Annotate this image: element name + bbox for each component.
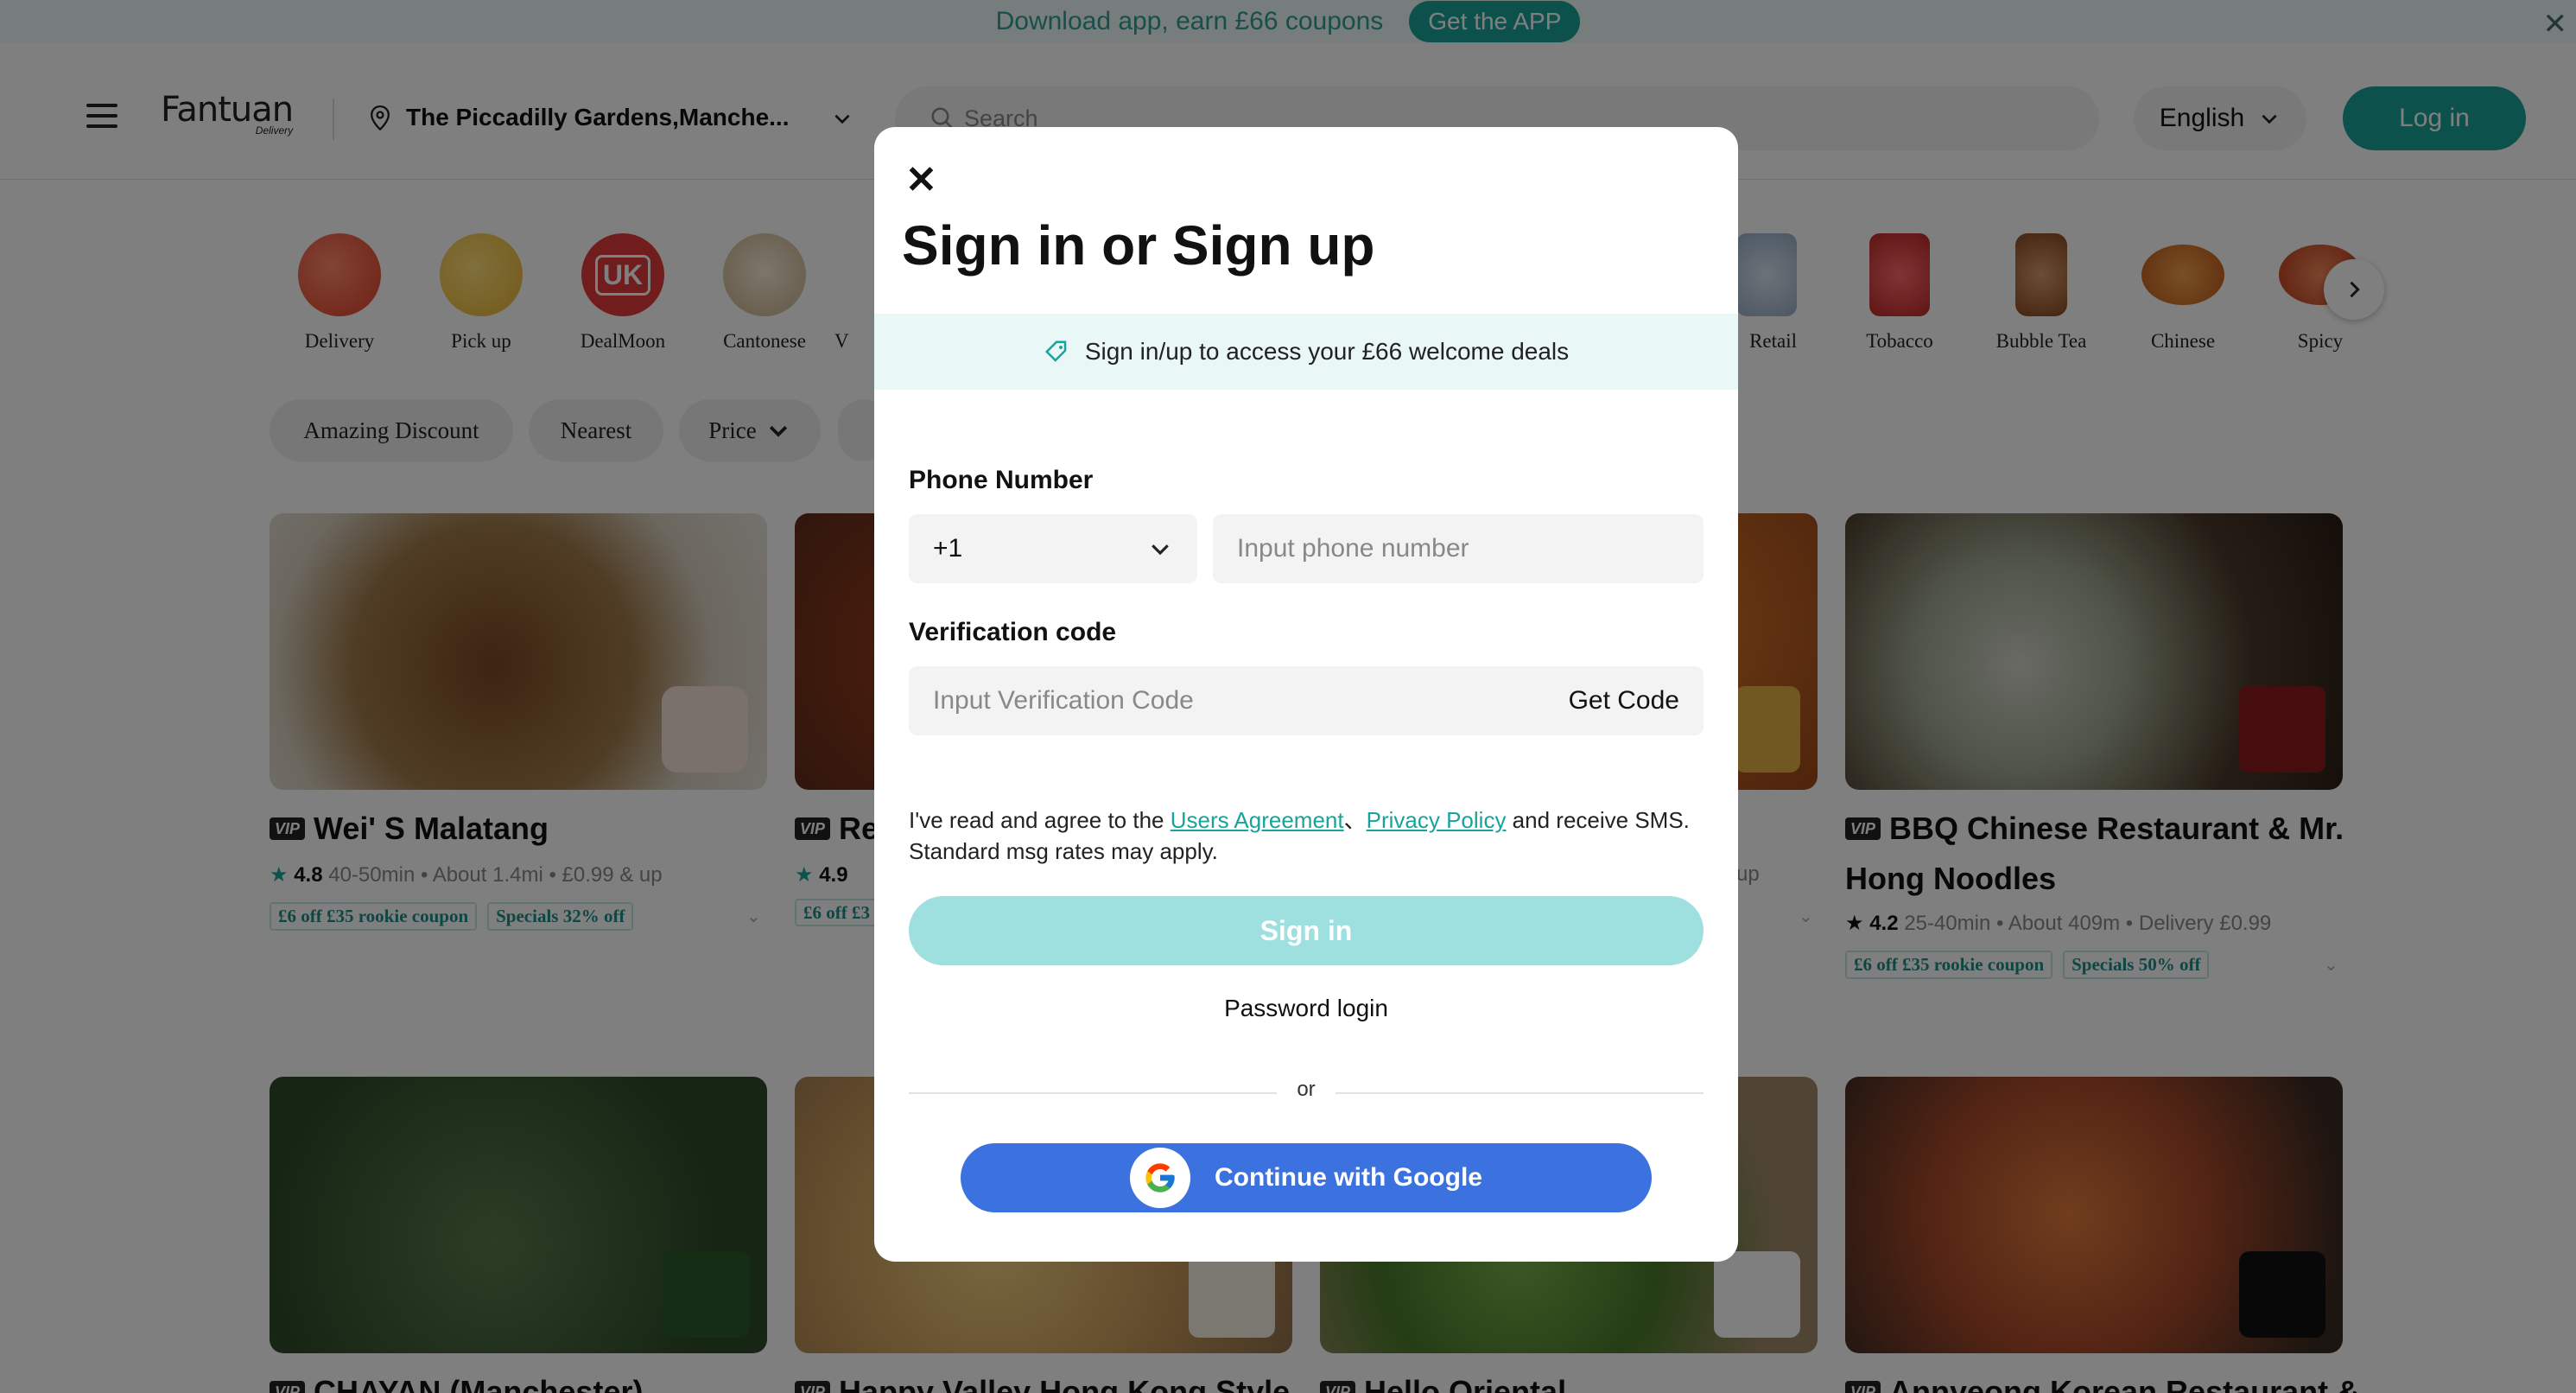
promo-text: Sign in/up to access your £66 welcome de… bbox=[1084, 338, 1570, 365]
or-divider-text: or bbox=[1297, 1078, 1316, 1101]
verification-label: Verification code bbox=[909, 618, 1117, 646]
chevron-down-icon bbox=[1152, 544, 1169, 556]
country-code: +1 bbox=[933, 534, 963, 563]
privacy-policy-link[interactable]: Privacy Policy bbox=[1367, 807, 1507, 833]
close-icon[interactable]: ✕ bbox=[905, 158, 937, 202]
agreement-separator: 、 bbox=[1343, 807, 1367, 833]
sign-in-button[interactable]: Sign in bbox=[909, 896, 1704, 965]
google-signin-button[interactable]: Continue with Google bbox=[961, 1143, 1652, 1212]
verification-placeholder: Input Verification Code bbox=[933, 686, 1194, 715]
verification-code-input[interactable]: Input Verification Code Get Code bbox=[909, 666, 1704, 735]
agreement-text: I've read and agree to the Users Agreeme… bbox=[909, 805, 1712, 867]
users-agreement-link[interactable]: Users Agreement bbox=[1171, 807, 1344, 833]
divider-right bbox=[1336, 1092, 1704, 1094]
modal-title: Sign in or Sign up bbox=[902, 214, 1375, 277]
google-icon bbox=[1130, 1148, 1190, 1208]
agreement-prefix: I've read and agree to the bbox=[909, 807, 1171, 833]
country-code-select[interactable]: +1 bbox=[909, 514, 1197, 583]
phone-placeholder: Input phone number bbox=[1237, 534, 1469, 563]
welcome-deals-banner: Sign in/up to access your £66 welcome de… bbox=[874, 314, 1738, 390]
sign-in-modal: ✕ Sign in or Sign up Sign in/up to acces… bbox=[874, 127, 1738, 1262]
coupon-tag-icon bbox=[1044, 340, 1067, 362]
phone-input[interactable]: Input phone number bbox=[1213, 514, 1704, 583]
password-login-link[interactable]: Password login bbox=[874, 995, 1738, 1022]
phone-label: Phone Number bbox=[909, 466, 1094, 494]
get-code-button[interactable]: Get Code bbox=[1569, 686, 1679, 716]
google-button-label: Continue with Google bbox=[1215, 1163, 1482, 1192]
